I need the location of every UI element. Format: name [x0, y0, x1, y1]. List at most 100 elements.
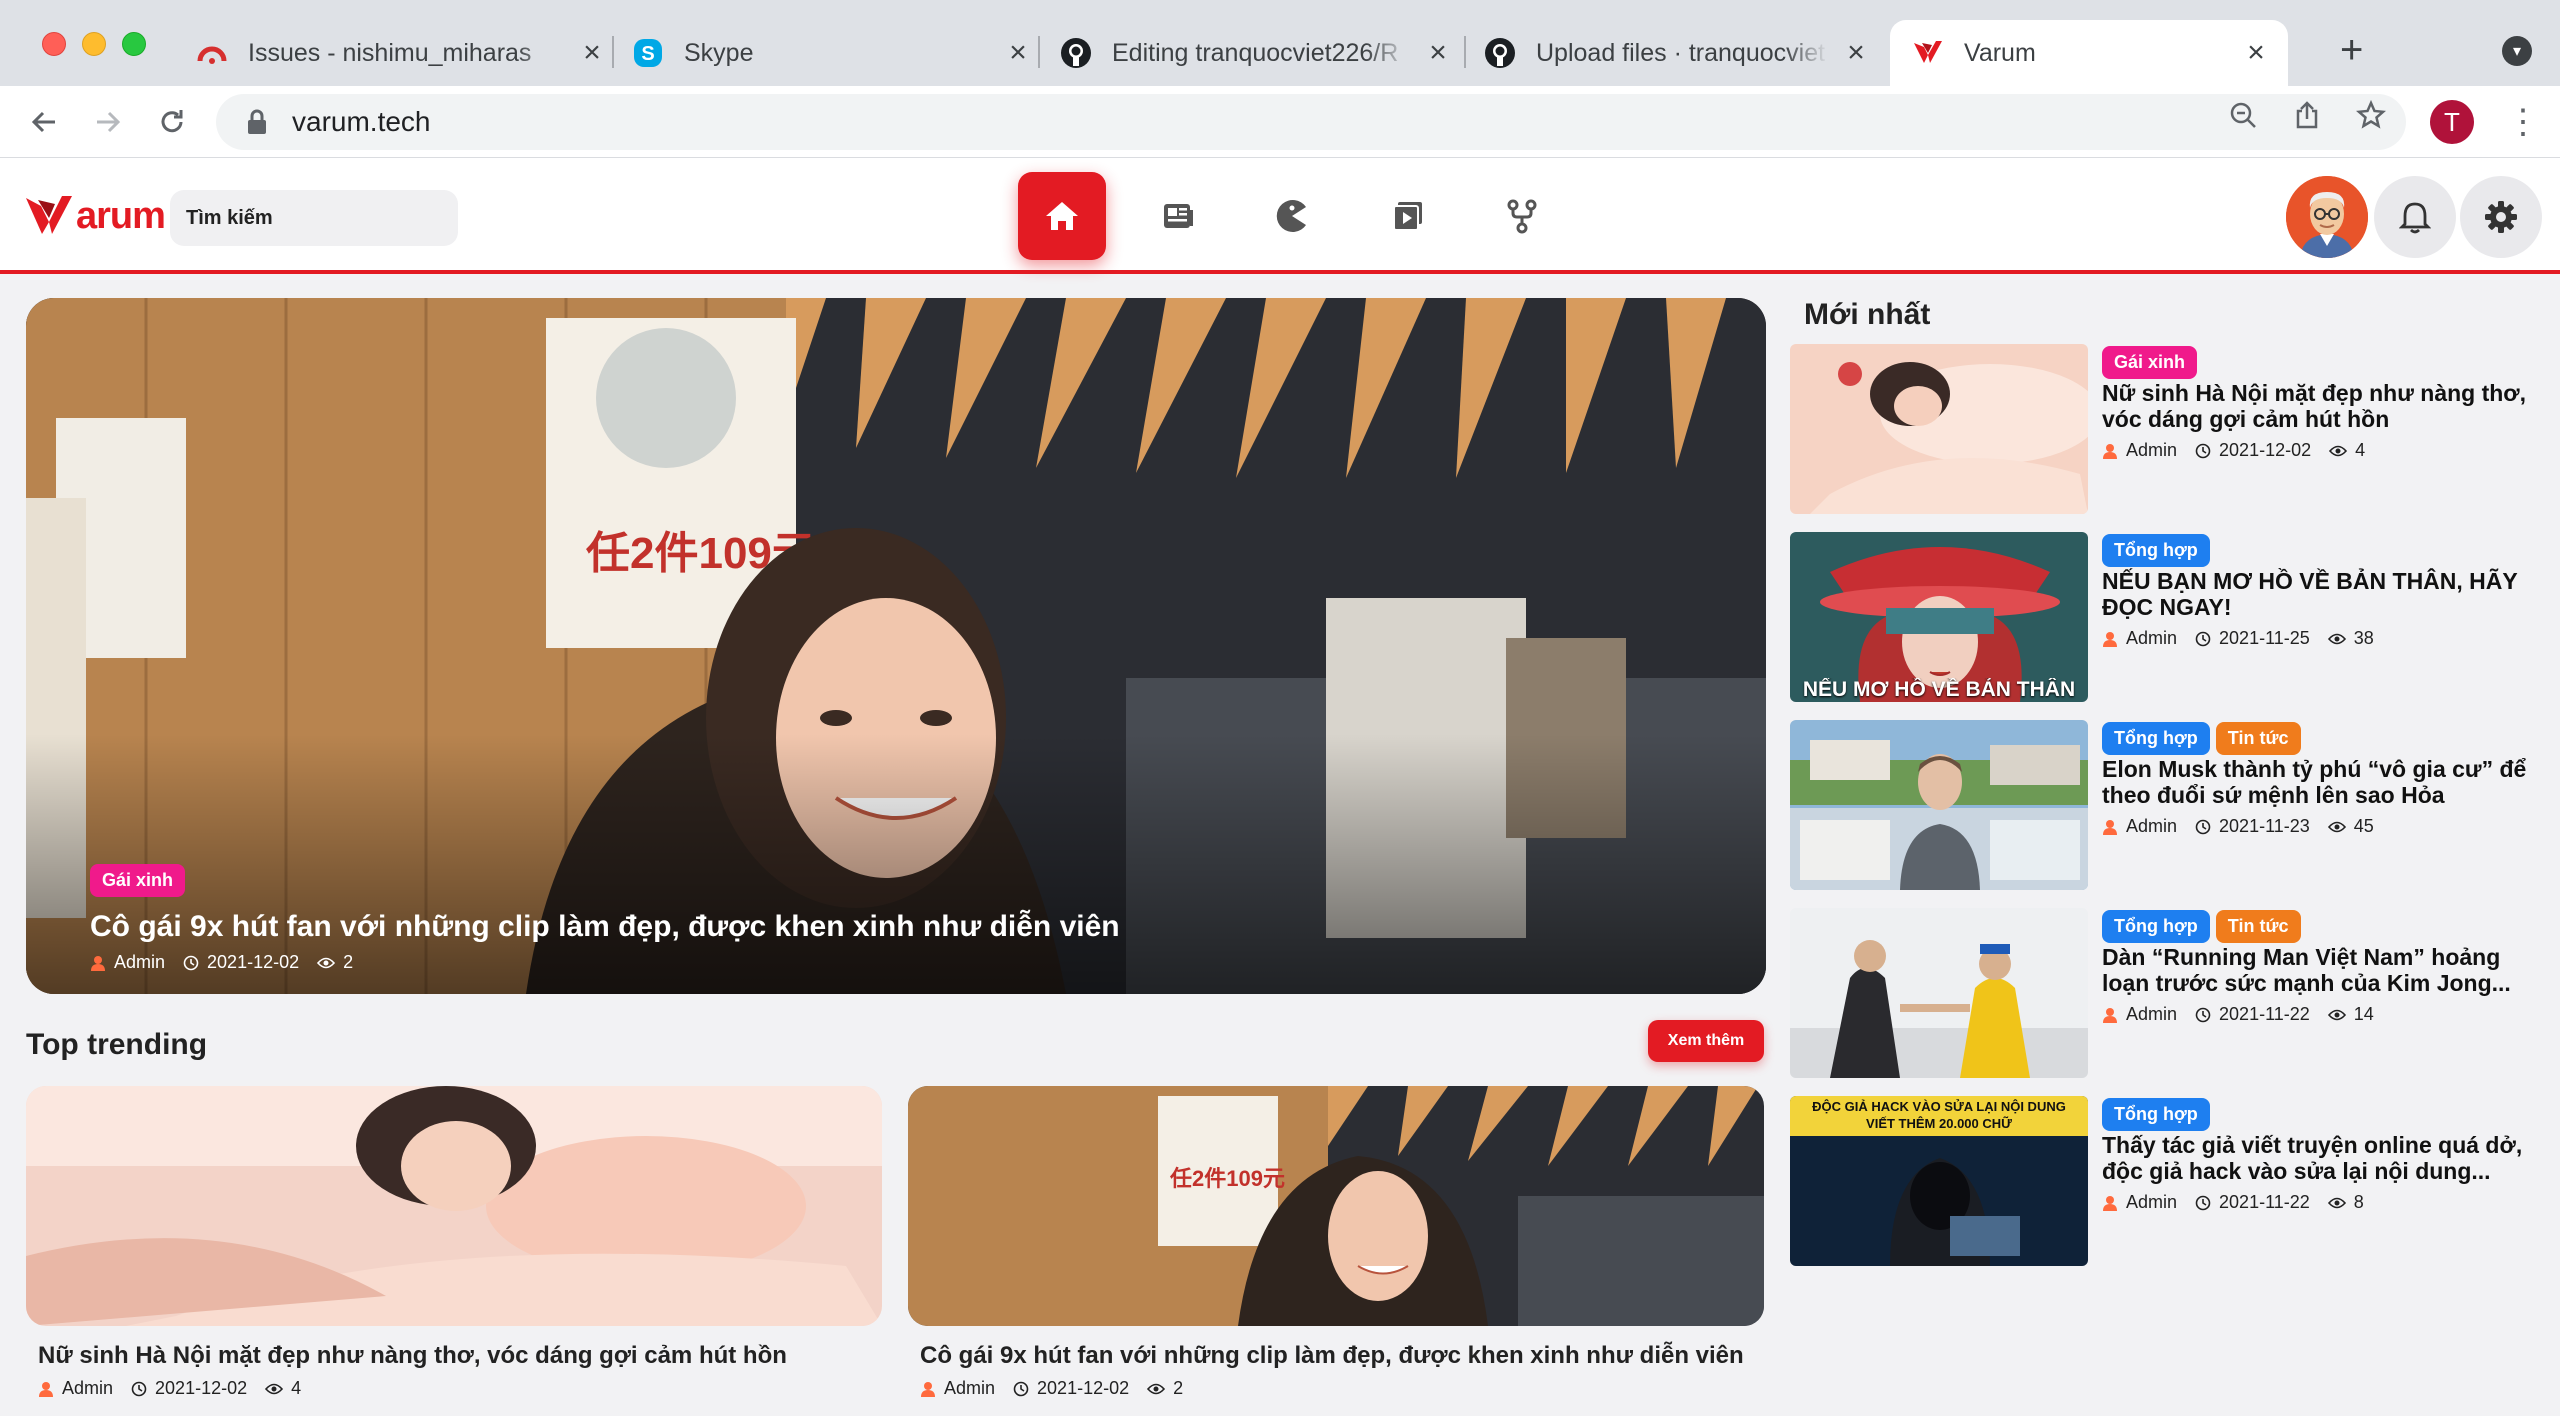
tab-title: Editing tranquocviet226/R: [1112, 38, 1399, 67]
trending-image[interactable]: 任2件109元: [908, 1086, 1764, 1326]
tab-title: Skype: [684, 38, 754, 67]
views-meta: 2: [1147, 1378, 1183, 1399]
close-tab-icon[interactable]: ×: [578, 36, 606, 69]
hero-title[interactable]: Cô gái 9x hút fan với những clip làm đẹp…: [90, 910, 1120, 944]
tab-varum[interactable]: Varum ×: [1890, 20, 2288, 86]
view-count: 14: [2353, 1004, 2374, 1024]
tab-title: Upload files · tranquocviet: [1536, 38, 1826, 67]
tag-badge[interactable]: Tổng hợp: [2102, 534, 2210, 567]
author-meta: Admin: [90, 952, 165, 973]
clock-icon: [2195, 819, 2211, 834]
views-meta: 8: [2327, 1192, 2364, 1213]
maximize-window-button[interactable]: [122, 32, 146, 56]
tag-badge[interactable]: Gái xinh: [2102, 346, 2198, 379]
tag-badge[interactable]: Tin tức: [2215, 722, 2301, 755]
address-bar[interactable]: varum.tech: [216, 94, 2406, 150]
eye-icon: [265, 1383, 284, 1394]
bell-icon: [2399, 202, 2431, 234]
hero-article[interactable]: 任2件109元 Gái xinh Cô gái 9x hút fan với n…: [26, 298, 1766, 994]
eye-icon: [2329, 445, 2348, 456]
close-tab-icon[interactable]: ×: [1424, 36, 1452, 69]
latest-thumbnail[interactable]: NẾU MƠ HỒ VỀ BẢN THÂN: [1790, 532, 2088, 702]
settings-button[interactable]: [2460, 176, 2542, 258]
views-meta: 2: [317, 952, 353, 973]
tab-editing[interactable]: Editing tranquocviet226/R ×: [1060, 20, 1452, 86]
profile-avatar[interactable]: T: [2430, 100, 2474, 144]
nav-video-button[interactable]: [1364, 172, 1452, 260]
eye-icon: [1147, 1383, 1166, 1394]
trending-card[interactable]: Nữ sinh Hà Nội mặt đẹp như nàng thơ, vóc…: [26, 1086, 882, 1398]
author-name: Admin: [2126, 816, 2178, 836]
tag-badge[interactable]: Tổng hợp: [2102, 910, 2210, 943]
latest-meta: Admin 2021-11-22 14: [2102, 1004, 2392, 1025]
close-tab-icon[interactable]: ×: [1004, 36, 1032, 69]
nav-home-button[interactable]: [1018, 172, 1106, 260]
zoom-out-icon[interactable]: [2228, 100, 2258, 130]
latest-item[interactable]: Gái xinh Nữ sinh Hà Nội mặt đẹp như nàng…: [1790, 344, 2550, 514]
post-date: 2021-11-23: [2219, 816, 2310, 836]
latest-thumbnail[interactable]: [1790, 720, 2088, 890]
latest-item[interactable]: ĐỘC GIẢ HACK VÀO SỬA LẠI NỘI DUNG VIẾT T…: [1790, 1096, 2550, 1266]
nav-games-button[interactable]: [1248, 172, 1336, 260]
share-icon[interactable]: [2292, 100, 2322, 130]
notifications-button[interactable]: [2374, 176, 2456, 258]
tab-upload[interactable]: Upload files · tranquocviet ×: [1484, 20, 1870, 86]
latest-thumbnail[interactable]: ĐỘC GIẢ HACK VÀO SỬA LẠI NỘI DUNG VIẾT T…: [1790, 1096, 2088, 1266]
trending-image[interactable]: [26, 1086, 882, 1326]
tag-list: Tổng hợp Tin tức: [2102, 722, 2301, 755]
latest-meta: Admin 2021-12-02 4: [2102, 440, 2383, 461]
thumb-photo-1: [1790, 344, 2088, 514]
latest-headline[interactable]: Thấy tác giả viết truyện online quá dở, …: [2102, 1132, 2548, 1184]
bookmark-star-icon[interactable]: [2356, 100, 2386, 130]
nav-news-button[interactable]: [1134, 172, 1222, 260]
latest-headline[interactable]: Nữ sinh Hà Nội mặt đẹp như nàng thơ, vóc…: [2102, 380, 2548, 432]
browser-menu-icon[interactable]: ⋮: [2506, 102, 2540, 142]
tab-issues[interactable]: Issues - nishimu_miharas ×: [196, 20, 606, 86]
nav-fork-button[interactable]: [1478, 172, 1566, 260]
date-meta: 2021-12-02: [2195, 440, 2311, 461]
latest-headline[interactable]: Elon Musk thành tỷ phú “vô gia cư” để th…: [2102, 756, 2548, 808]
trending-title[interactable]: Cô gái 9x hút fan với những clip làm đẹp…: [920, 1342, 1744, 1370]
browser-toolbar: varum.tech T ⋮: [0, 86, 2560, 158]
tag-badge[interactable]: Tổng hợp: [2102, 722, 2210, 755]
trending-meta: Admin 2021-12-02 4: [38, 1378, 319, 1399]
reload-icon: [161, 110, 183, 133]
latest-item[interactable]: Tổng hợp Tin tức Elon Musk thành tỷ phú …: [1790, 720, 2550, 890]
latest-headline[interactable]: Dàn “Running Man Việt Nam” hoảng loạn tr…: [2102, 944, 2548, 996]
clock-icon: [1013, 1381, 1029, 1396]
latest-headline[interactable]: NẾU BẠN MƠ HỒ VỀ BẢN THÂN, HÃY ĐỌC NGAY!: [2102, 568, 2548, 620]
see-more-button[interactable]: Xem thêm: [1648, 1020, 1764, 1062]
web-page: arum Tìm kiếm 任2件109元 Gái xinh Cô gái 9x…: [0, 158, 2560, 1416]
latest-thumbnail[interactable]: [1790, 908, 2088, 1078]
tag-badge[interactable]: Tổng hợp: [2102, 1098, 2210, 1131]
site-search-input[interactable]: [170, 190, 458, 246]
close-window-button[interactable]: [42, 32, 66, 56]
author-name: Admin: [2126, 1004, 2178, 1024]
forward-button[interactable]: [88, 102, 128, 142]
latest-item[interactable]: Tổng hợp Tin tức Dàn “Running Man Việt N…: [1790, 908, 2550, 1078]
back-button[interactable]: [24, 102, 64, 142]
trending-card[interactable]: 任2件109元 Cô gái 9x hút fan với những clip…: [908, 1086, 1764, 1398]
minimize-window-button[interactable]: [82, 32, 106, 56]
view-count: 2: [343, 952, 354, 972]
tab-skype[interactable]: S Skype ×: [632, 20, 1032, 86]
trending-title[interactable]: Nữ sinh Hà Nội mặt đẹp như nàng thơ, vóc…: [38, 1342, 787, 1370]
lock-icon[interactable]: [244, 109, 270, 135]
latest-thumbnail[interactable]: [1790, 344, 2088, 514]
reload-button[interactable]: [152, 102, 192, 142]
user-avatar[interactable]: [2286, 176, 2368, 258]
user-icon: [2103, 631, 2117, 647]
new-tab-button[interactable]: +: [2340, 30, 2363, 70]
close-tab-icon[interactable]: ×: [1842, 36, 1870, 69]
tab-search-button[interactable]: ▾: [2502, 36, 2532, 66]
close-tab-icon[interactable]: ×: [2242, 36, 2270, 69]
svg-text:任2件109元: 任2件109元: [1169, 1166, 1285, 1191]
clock-icon: [2195, 1007, 2211, 1022]
tag-list: Tổng hợp: [2102, 1098, 2210, 1131]
date-meta: 2021-11-22: [2195, 1004, 2310, 1025]
category-badge[interactable]: Gái xinh: [90, 864, 186, 897]
latest-item[interactable]: NẾU MƠ HỒ VỀ BẢN THÂN Tổng hợp NẾU BẠN M…: [1790, 532, 2550, 702]
site-logo[interactable]: arum: [24, 192, 166, 240]
skype-favicon: S: [632, 37, 664, 69]
tag-badge[interactable]: Tin tức: [2215, 910, 2301, 943]
